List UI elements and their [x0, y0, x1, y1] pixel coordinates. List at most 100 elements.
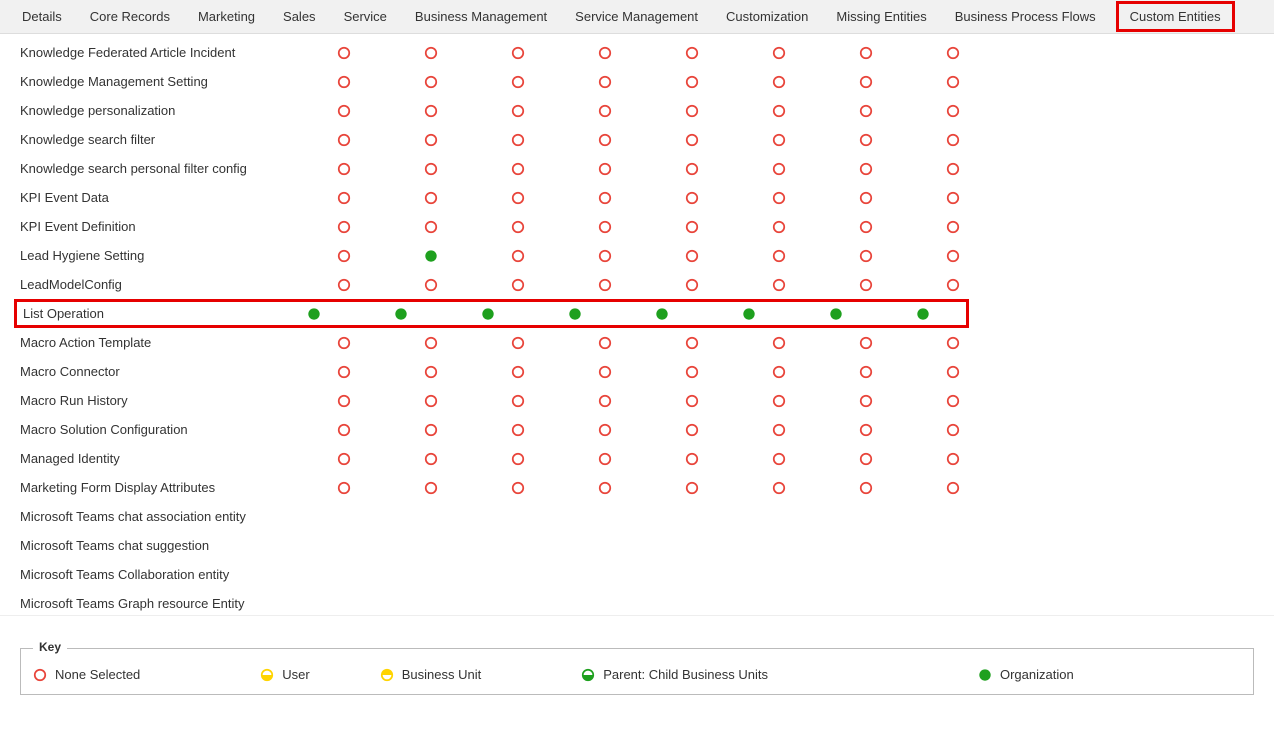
privilege-cell[interactable]: [300, 365, 387, 379]
privilege-cell[interactable]: [300, 104, 387, 118]
privilege-cell[interactable]: [300, 452, 387, 466]
privilege-cell[interactable]: [300, 46, 387, 60]
privilege-cell[interactable]: [648, 452, 735, 466]
privilege-cell[interactable]: [909, 162, 996, 176]
privilege-cell[interactable]: [474, 452, 561, 466]
privilege-cell[interactable]: [561, 162, 648, 176]
privilege-cell[interactable]: [357, 307, 444, 321]
tab-service[interactable]: Service: [330, 1, 401, 32]
privilege-cell[interactable]: [648, 365, 735, 379]
privilege-cell[interactable]: [909, 191, 996, 205]
privilege-cell[interactable]: [444, 307, 531, 321]
privilege-cell[interactable]: [387, 220, 474, 234]
privilege-cell[interactable]: [387, 336, 474, 350]
privilege-cell[interactable]: [300, 75, 387, 89]
tab-business-management[interactable]: Business Management: [401, 1, 561, 32]
privilege-cell[interactable]: [735, 133, 822, 147]
privilege-cell[interactable]: [387, 481, 474, 495]
privilege-cell[interactable]: [822, 423, 909, 437]
privilege-cell[interactable]: [735, 104, 822, 118]
privilege-cell[interactable]: [561, 104, 648, 118]
privilege-cell[interactable]: [387, 278, 474, 292]
privilege-cell[interactable]: [735, 336, 822, 350]
privilege-cell[interactable]: [879, 307, 966, 321]
privilege-cell[interactable]: [909, 336, 996, 350]
privilege-cell[interactable]: [648, 220, 735, 234]
privilege-cell[interactable]: [561, 220, 648, 234]
privilege-cell[interactable]: [822, 481, 909, 495]
privilege-cell[interactable]: [474, 220, 561, 234]
privilege-cell[interactable]: [648, 423, 735, 437]
privilege-cell[interactable]: [735, 365, 822, 379]
privilege-cell[interactable]: [474, 162, 561, 176]
privilege-cell[interactable]: [822, 104, 909, 118]
privilege-cell[interactable]: [474, 365, 561, 379]
privilege-cell[interactable]: [648, 162, 735, 176]
privilege-cell[interactable]: [822, 46, 909, 60]
privilege-cell[interactable]: [300, 278, 387, 292]
tab-core-records[interactable]: Core Records: [76, 1, 184, 32]
privilege-cell[interactable]: [618, 307, 705, 321]
tab-marketing[interactable]: Marketing: [184, 1, 269, 32]
privilege-cell[interactable]: [387, 46, 474, 60]
privilege-cell[interactable]: [735, 278, 822, 292]
privilege-cell[interactable]: [648, 75, 735, 89]
privilege-cell[interactable]: [909, 220, 996, 234]
privilege-cell[interactable]: [909, 278, 996, 292]
privilege-cell[interactable]: [909, 423, 996, 437]
privilege-cell[interactable]: [300, 423, 387, 437]
privilege-cell[interactable]: [561, 249, 648, 263]
privilege-cell[interactable]: [648, 249, 735, 263]
privilege-cell[interactable]: [822, 278, 909, 292]
privilege-cell[interactable]: [387, 162, 474, 176]
privilege-cell[interactable]: [909, 104, 996, 118]
privilege-cell[interactable]: [822, 191, 909, 205]
privilege-cell[interactable]: [735, 220, 822, 234]
privilege-cell[interactable]: [561, 452, 648, 466]
privilege-cell[interactable]: [300, 133, 387, 147]
tab-details[interactable]: Details: [8, 1, 76, 32]
privilege-cell[interactable]: [474, 481, 561, 495]
privilege-cell[interactable]: [822, 162, 909, 176]
privilege-cell[interactable]: [648, 104, 735, 118]
tab-sales[interactable]: Sales: [269, 1, 330, 32]
entity-grid-wrapper[interactable]: Knowledge Federated Article IncidentKnow…: [0, 34, 1274, 616]
privilege-cell[interactable]: [909, 365, 996, 379]
privilege-cell[interactable]: [387, 133, 474, 147]
privilege-cell[interactable]: [300, 220, 387, 234]
privilege-cell[interactable]: [822, 452, 909, 466]
privilege-cell[interactable]: [474, 423, 561, 437]
privilege-cell[interactable]: [474, 191, 561, 205]
privilege-cell[interactable]: [561, 365, 648, 379]
privilege-cell[interactable]: [909, 133, 996, 147]
privilege-cell[interactable]: [822, 394, 909, 408]
privilege-cell[interactable]: [648, 394, 735, 408]
privilege-cell[interactable]: [792, 307, 879, 321]
privilege-cell[interactable]: [735, 423, 822, 437]
privilege-cell[interactable]: [387, 365, 474, 379]
privilege-cell[interactable]: [705, 307, 792, 321]
privilege-cell[interactable]: [735, 249, 822, 263]
privilege-cell[interactable]: [474, 394, 561, 408]
privilege-cell[interactable]: [822, 220, 909, 234]
privilege-cell[interactable]: [909, 452, 996, 466]
privilege-cell[interactable]: [909, 481, 996, 495]
privilege-cell[interactable]: [822, 365, 909, 379]
privilege-cell[interactable]: [735, 46, 822, 60]
privilege-cell[interactable]: [735, 191, 822, 205]
privilege-cell[interactable]: [735, 394, 822, 408]
privilege-cell[interactable]: [300, 191, 387, 205]
privilege-cell[interactable]: [270, 307, 357, 321]
privilege-cell[interactable]: [561, 278, 648, 292]
privilege-cell[interactable]: [474, 336, 561, 350]
privilege-cell[interactable]: [474, 104, 561, 118]
privilege-cell[interactable]: [387, 394, 474, 408]
privilege-cell[interactable]: [648, 336, 735, 350]
privilege-cell[interactable]: [735, 452, 822, 466]
privilege-cell[interactable]: [561, 336, 648, 350]
privilege-cell[interactable]: [474, 75, 561, 89]
privilege-cell[interactable]: [300, 162, 387, 176]
privilege-cell[interactable]: [648, 481, 735, 495]
privilege-cell[interactable]: [531, 307, 618, 321]
privilege-cell[interactable]: [735, 162, 822, 176]
